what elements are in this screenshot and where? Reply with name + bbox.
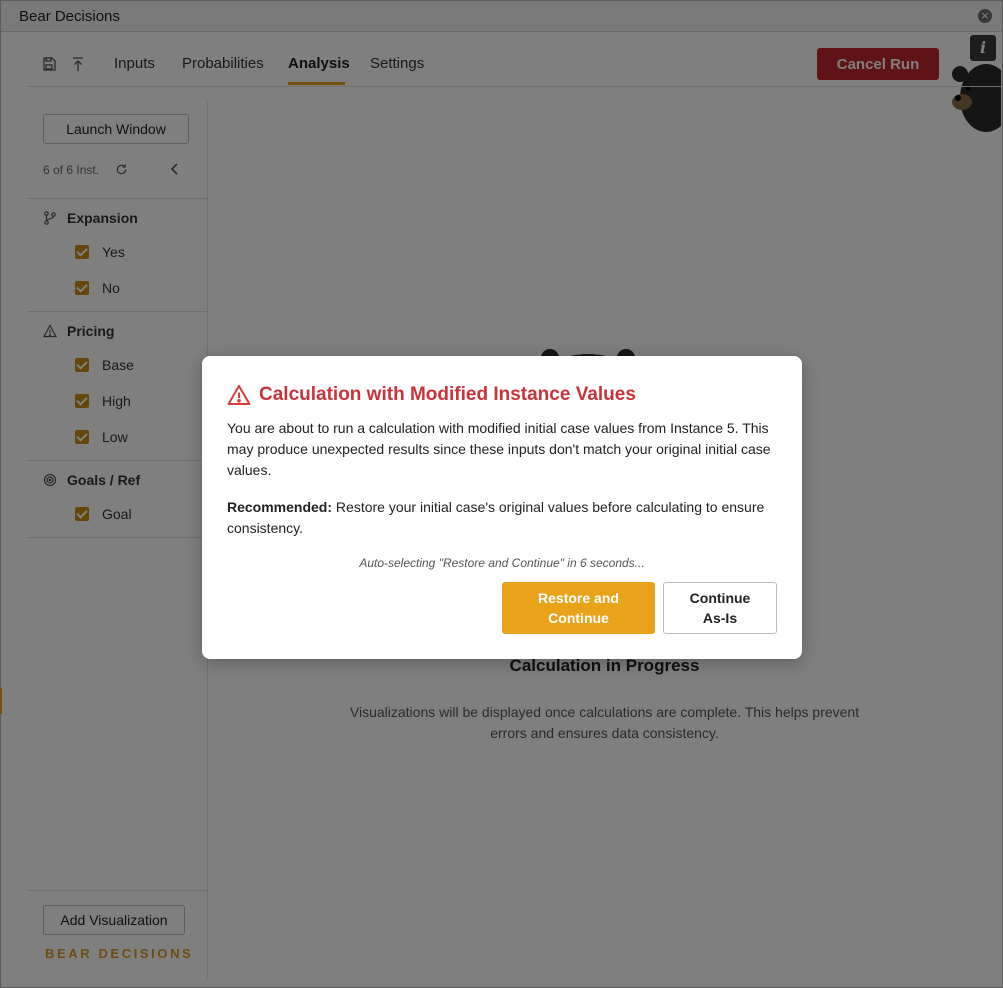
continue-as-is-button[interactable]: Continue As-Is bbox=[663, 582, 777, 634]
dialog-title: Calculation with Modified Instance Value… bbox=[259, 384, 636, 405]
recommendation-label: Recommended: bbox=[227, 499, 333, 515]
dialog-message: You are about to run a calculation with … bbox=[227, 420, 771, 478]
auto-select-countdown: Auto-selecting "Restore and Continue" in… bbox=[359, 556, 645, 570]
restore-label-line2: Continue bbox=[548, 610, 609, 626]
restore-label-line1: Restore and bbox=[538, 590, 619, 606]
continue-label-line2: As-Is bbox=[702, 610, 738, 626]
warning-icon bbox=[227, 385, 251, 405]
modified-values-dialog: Calculation with Modified Instance Value… bbox=[202, 356, 802, 659]
restore-and-continue-button[interactable]: Restore and Continue bbox=[502, 582, 655, 634]
dialog-recommendation: Recommended: Restore your initial case's… bbox=[227, 497, 777, 539]
continue-label-line1: Continue bbox=[689, 590, 751, 606]
